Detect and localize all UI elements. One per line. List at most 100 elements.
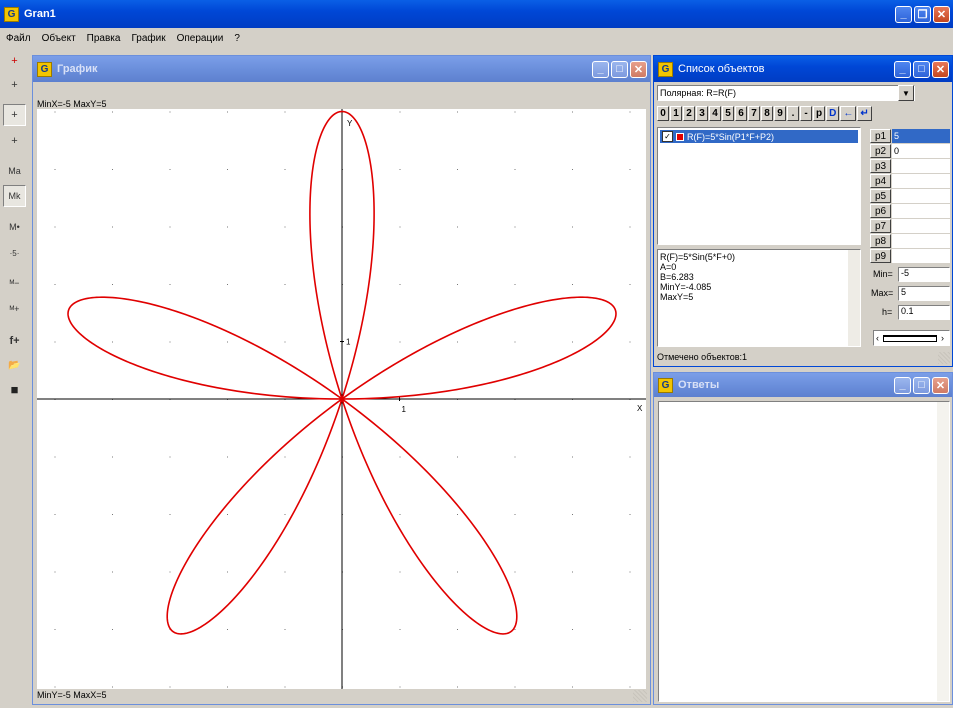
maximize-button[interactable]: ❐ bbox=[914, 5, 931, 23]
param-label-p9[interactable]: p9 bbox=[870, 249, 891, 263]
grid-dot bbox=[227, 284, 228, 285]
param-label-p5[interactable]: p5 bbox=[870, 189, 891, 203]
enter-icon[interactable]: ↵ bbox=[857, 106, 872, 121]
scale-grid-icon[interactable]: ·5· bbox=[3, 242, 26, 264]
y-axis-label: Y bbox=[347, 119, 353, 128]
param-value-p7[interactable] bbox=[892, 219, 950, 233]
param-value-p1[interactable]: 5 bbox=[892, 129, 950, 143]
answers-text-area[interactable] bbox=[658, 401, 950, 702]
param-value-p3[interactable] bbox=[892, 159, 950, 173]
answers-close-button[interactable]: ✕ bbox=[932, 376, 949, 394]
cross-icon[interactable]: + bbox=[3, 74, 26, 96]
graph-resize-grip[interactable] bbox=[633, 690, 647, 702]
key-4[interactable]: 4 bbox=[709, 106, 721, 121]
key-p[interactable]: p bbox=[813, 106, 826, 121]
answers-scrollbar[interactable] bbox=[937, 402, 949, 701]
graph-minimize-button[interactable]: _ bbox=[592, 60, 609, 78]
backspace-icon[interactable]: ← bbox=[840, 106, 857, 121]
grid-dot bbox=[399, 629, 401, 630]
grid-dot bbox=[112, 686, 113, 688]
key-6[interactable]: 6 bbox=[735, 106, 747, 121]
key-9[interactable]: 9 bbox=[774, 106, 786, 121]
slider-left-icon[interactable]: ‹ bbox=[876, 333, 879, 343]
key-5[interactable]: 5 bbox=[722, 106, 734, 121]
param-label-p8[interactable]: p8 bbox=[870, 234, 891, 248]
param-value-p9[interactable] bbox=[892, 249, 950, 263]
add-function-icon[interactable]: f+ bbox=[3, 330, 26, 352]
param-value-p6[interactable] bbox=[892, 204, 950, 218]
grid-dot bbox=[629, 514, 631, 515]
max-input[interactable]: 5 bbox=[898, 286, 950, 301]
param-value-p8[interactable] bbox=[892, 234, 950, 248]
axes-skew-icon[interactable]: + bbox=[3, 130, 26, 152]
graph-window-icon: G bbox=[37, 61, 52, 77]
param-label-p6[interactable]: p6 bbox=[870, 204, 891, 218]
axes-icon[interactable]: + bbox=[3, 50, 26, 72]
objects-minimize-button[interactable]: _ bbox=[894, 60, 911, 78]
axes-small-icon[interactable]: + bbox=[3, 104, 26, 126]
open-folder-icon[interactable]: 📂 bbox=[3, 354, 26, 376]
menu-file[interactable]: Файл bbox=[6, 33, 31, 44]
key-7[interactable]: 7 bbox=[748, 106, 760, 121]
slider-right-icon[interactable]: › bbox=[941, 333, 944, 343]
checkbox-icon[interactable]: ✓ bbox=[662, 131, 673, 142]
key-d[interactable]: D bbox=[826, 106, 840, 121]
key-minus[interactable]: - bbox=[800, 106, 812, 121]
graph-maximize-button[interactable]: □ bbox=[611, 60, 628, 78]
scale-k-icon[interactable]: Mk bbox=[3, 185, 26, 207]
key-dot[interactable]: . bbox=[787, 106, 799, 121]
grid-dot bbox=[169, 686, 171, 688]
answers-minimize-button[interactable]: _ bbox=[894, 376, 911, 394]
grid-dot bbox=[572, 111, 573, 113]
object-list[interactable]: ✓ R(F)=5*Sin(P1*F+P2) bbox=[657, 127, 861, 245]
answers-maximize-button[interactable]: □ bbox=[913, 376, 930, 394]
info-line: R(F)=5*Sin(5*F+0) bbox=[660, 252, 736, 262]
param-label-p4[interactable]: p4 bbox=[870, 174, 891, 188]
menu-operations[interactable]: Операции bbox=[177, 33, 224, 44]
slider-thumb[interactable] bbox=[883, 334, 937, 342]
grid-dot bbox=[284, 169, 286, 170]
param-value-p2[interactable]: 0 bbox=[892, 144, 950, 158]
key-2[interactable]: 2 bbox=[683, 106, 695, 121]
param-label-p1[interactable]: p1 bbox=[870, 129, 891, 143]
grid-dot bbox=[54, 456, 56, 458]
object-type-select[interactable]: Полярная: R=R(F) ▼ bbox=[657, 85, 915, 101]
param-value-p5[interactable] bbox=[892, 189, 950, 203]
grid-dot bbox=[399, 514, 401, 515]
menu-graph[interactable]: График bbox=[131, 33, 165, 44]
param-label-p3[interactable]: p3 bbox=[870, 159, 891, 173]
param-value-p4[interactable] bbox=[892, 174, 950, 188]
param-label-p2[interactable]: p2 bbox=[870, 144, 891, 158]
objects-close-button[interactable]: ✕ bbox=[932, 60, 949, 78]
menu-object[interactable]: Объект bbox=[42, 33, 76, 44]
zoom-out-icon[interactable]: ᴹ− bbox=[3, 272, 26, 294]
grid-dot bbox=[629, 226, 631, 228]
grid-dot bbox=[227, 686, 228, 688]
key-8[interactable]: 8 bbox=[761, 106, 773, 121]
step-slider[interactable]: ‹ › bbox=[873, 330, 950, 346]
grid-dot bbox=[629, 629, 631, 630]
info-scrollbar[interactable] bbox=[848, 250, 860, 346]
objects-resize-grip[interactable] bbox=[938, 352, 950, 364]
scale-a-icon[interactable]: Ma bbox=[3, 160, 26, 182]
save-disk-icon[interactable]: ■ bbox=[3, 378, 26, 400]
menu-help[interactable]: ? bbox=[234, 33, 240, 44]
key-0[interactable]: 0 bbox=[657, 106, 669, 121]
grid-dot bbox=[572, 629, 573, 630]
zoom-in-icon[interactable]: ᴹ+ bbox=[3, 298, 26, 320]
scale-dot-icon[interactable]: M• bbox=[3, 216, 26, 238]
dropdown-arrow-icon[interactable]: ▼ bbox=[898, 85, 914, 101]
objects-maximize-button[interactable]: □ bbox=[913, 60, 930, 78]
min-input[interactable]: -5 bbox=[898, 267, 950, 282]
key-1[interactable]: 1 bbox=[670, 106, 682, 121]
minimize-button[interactable]: _ bbox=[895, 5, 912, 23]
list-item[interactable]: ✓ R(F)=5*Sin(P1*F+P2) bbox=[660, 130, 858, 143]
h-input[interactable]: 0.1 bbox=[898, 305, 950, 320]
key-3[interactable]: 3 bbox=[696, 106, 708, 121]
close-button[interactable]: ✕ bbox=[933, 5, 950, 23]
grid-dot bbox=[227, 571, 228, 573]
menu-edit[interactable]: Правка bbox=[87, 33, 121, 44]
graph-canvas[interactable]: X Y 1 1 bbox=[37, 109, 646, 689]
param-label-p7[interactable]: p7 bbox=[870, 219, 891, 233]
graph-close-button[interactable]: ✕ bbox=[630, 60, 647, 78]
